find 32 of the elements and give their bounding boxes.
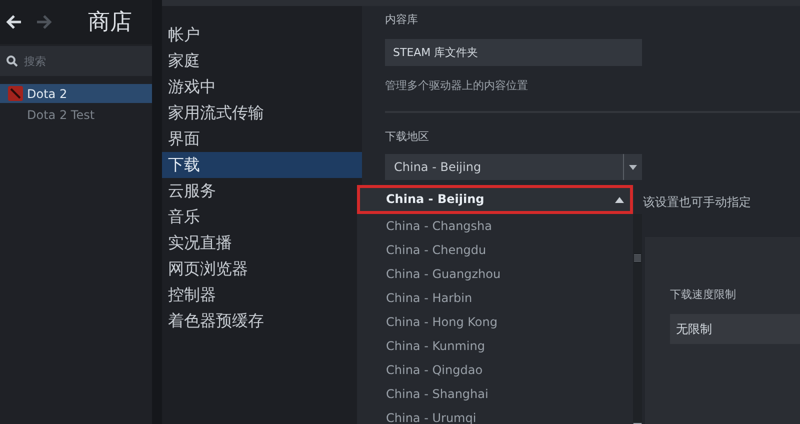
- search-field[interactable]: 搜索: [0, 46, 152, 76]
- section-heading: 内容库: [385, 12, 419, 27]
- collapse-icon: [615, 196, 624, 202]
- scrollbar[interactable]: [633, 214, 642, 424]
- dropdown-option[interactable]: China - Kunming: [361, 334, 633, 358]
- dropdown-option[interactable]: China - Qingdao: [361, 358, 633, 382]
- settings-nav-item[interactable]: 家用流式传输: [162, 100, 362, 126]
- dropdown-option[interactable]: China - Hong Kong: [361, 310, 633, 334]
- speed-limit-field[interactable]: 无限制: [670, 314, 800, 344]
- dropdown-option[interactable]: China - Beijing: [357, 185, 633, 214]
- settings-nav-item[interactable]: 下载: [162, 152, 362, 178]
- hint-text: 该设置也可手动指定: [643, 194, 751, 211]
- dropdown-option[interactable]: China - Harbin: [361, 286, 633, 310]
- dropdown-option[interactable]: China - Shanghai: [361, 382, 633, 406]
- game-icon: [8, 86, 23, 101]
- description-text: 管理多个驱动器上的内容位置: [385, 78, 529, 93]
- settings-nav-item[interactable]: 家庭: [162, 48, 362, 74]
- settings-nav-item[interactable]: 界面: [162, 126, 362, 152]
- dropdown-option[interactable]: China - Chengdu: [361, 238, 633, 262]
- game-item[interactable]: Dota 2: [0, 84, 152, 103]
- search-icon: [6, 55, 18, 67]
- dropdown-option[interactable]: China - Guangzhou: [361, 262, 633, 286]
- dropdown-option[interactable]: China - Changsha: [361, 214, 633, 238]
- section-heading: 下载地区: [385, 129, 430, 144]
- game-item[interactable]: Dota 2 Test: [0, 105, 152, 124]
- settings-nav-item[interactable]: 帐户: [162, 22, 362, 48]
- section-heading: 下载速度限制: [670, 287, 737, 302]
- store-tab[interactable]: 商店: [88, 7, 132, 37]
- grip-icon: [634, 254, 641, 262]
- region-dropdown[interactable]: China - Beijing: [385, 154, 642, 180]
- settings-nav-item[interactable]: 游戏中: [162, 74, 362, 100]
- library-folders-button[interactable]: STEAM 库文件夹: [385, 39, 642, 66]
